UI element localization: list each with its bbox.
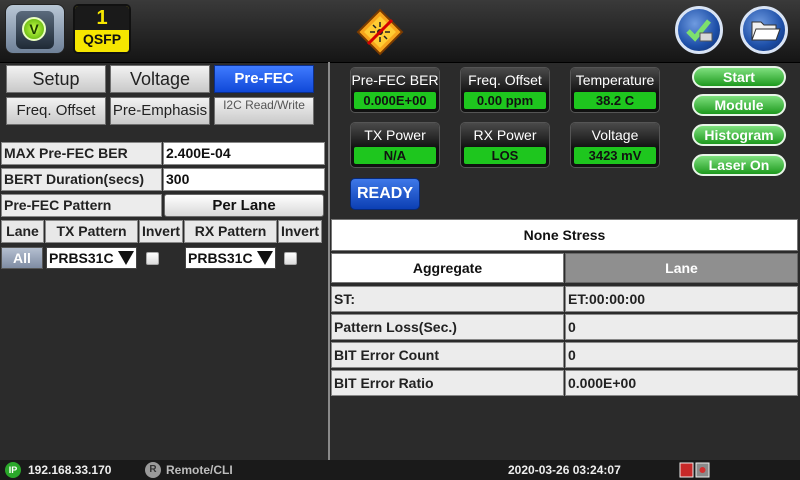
result-value: 0.000E+00 [565, 370, 798, 396]
result-row: Pattern Loss(Sec.) 0 [331, 314, 798, 340]
file-browser-button[interactable] [740, 6, 788, 54]
max-ber-row: MAX Pre-FEC BER 2.400E-04 [1, 142, 327, 165]
laser-warning-icon[interactable] [356, 8, 404, 56]
tab-i2c-read-write[interactable]: I2C Read/Write [214, 97, 314, 125]
tools-button[interactable] [675, 6, 723, 54]
meter-pre-fec-ber: Pre-FEC BER 0.000E+00 [350, 67, 440, 113]
ip-address: 192.168.33.170 [28, 463, 112, 477]
tx-invert-column-header: Invert [139, 220, 183, 243]
top-bar: V 1 QSFP [0, 0, 800, 63]
veex-logo-icon: V [22, 17, 46, 41]
meter-title: Temperature [571, 68, 659, 93]
check-tools-icon [686, 19, 713, 42]
result-label: BIT Error Ratio [331, 370, 564, 396]
tab-freq-offset[interactable]: Freq. Offset [6, 97, 106, 125]
status-indicator-badge: READY [350, 178, 420, 210]
tab-setup[interactable]: Setup [6, 65, 106, 93]
bert-duration-field[interactable]: 300 [163, 168, 325, 191]
pattern-mode-button[interactable]: Per Lane [164, 194, 324, 217]
rx-pattern-column-header: RX Pattern [184, 220, 277, 243]
tx-pattern-select[interactable]: PRBS31C [46, 247, 137, 269]
tx-pattern-value: PRBS31C [49, 250, 114, 266]
result-value: 0 [565, 314, 798, 340]
tab-pre-emphasis[interactable]: Pre-Emphasis [110, 97, 210, 125]
result-row: BIT Error Count 0 [331, 342, 798, 368]
lane-column-header: Lane [1, 220, 44, 243]
result-label: ST: [331, 286, 564, 312]
pattern-row: Pre-FEC Pattern [1, 194, 163, 217]
meter-voltage: Voltage 3423 mV [570, 122, 660, 168]
meter-value: N/A [354, 147, 436, 164]
meter-value: LOS [464, 147, 546, 164]
remote-badge: R [145, 462, 161, 478]
ip-badge: IP [5, 462, 21, 478]
meter-value: 0.000E+00 [354, 92, 436, 109]
meter-value: 0.00 ppm [464, 92, 546, 109]
chevron-down-icon [118, 251, 134, 265]
module-type-label: QSFP [82, 31, 122, 47]
module-indicator-button[interactable]: 1 QSFP [73, 4, 131, 54]
status-bar: IP 192.168.33.170 R Remote/CLI 2020-03-2… [0, 460, 800, 480]
remote-cli-label[interactable]: Remote/CLI [166, 463, 233, 477]
meter-title: Freq. Offset [461, 68, 549, 93]
rx-invert-column-header: Invert [278, 220, 322, 243]
start-button[interactable]: Start [692, 66, 786, 88]
meter-title: RX Power [461, 123, 549, 148]
meter-temperature: Temperature 38.2 C [570, 67, 660, 113]
result-row: BIT Error Ratio 0.000E+00 [331, 370, 798, 396]
max-ber-field[interactable]: 2.400E-04 [163, 142, 325, 165]
result-value: ET:00:00:00 [565, 286, 798, 312]
tx-pattern-column-header: TX Pattern [45, 220, 138, 243]
home-button[interactable]: V [5, 4, 65, 54]
tab-voltage[interactable]: Voltage [110, 65, 210, 93]
module-button[interactable]: Module [692, 94, 786, 116]
home-icon-frame: V [16, 11, 54, 49]
battery-power-icon [679, 462, 710, 478]
meter-value: 3423 mV [574, 147, 656, 164]
panel-divider [328, 62, 330, 460]
rx-pattern-select[interactable]: PRBS31C [185, 247, 276, 269]
tab-aggregate[interactable]: Aggregate [331, 253, 564, 283]
chevron-down-icon [257, 251, 273, 265]
bert-duration-label: BERT Duration(secs) [1, 168, 162, 191]
meter-value: 38.2 C [574, 92, 656, 109]
histogram-button[interactable]: Histogram [692, 124, 786, 146]
rx-pattern-value: PRBS31C [188, 250, 253, 266]
rx-invert-checkbox[interactable] [284, 252, 297, 265]
tx-invert-checkbox[interactable] [146, 252, 159, 265]
meter-tx-power: TX Power N/A [350, 122, 440, 168]
result-label: Pattern Loss(Sec.) [331, 314, 564, 340]
stress-mode-label: None Stress [331, 219, 798, 251]
laser-on-button[interactable]: Laser On [692, 154, 786, 176]
date-time: 2020-03-26 03:24:07 [508, 463, 621, 477]
meter-freq-offset: Freq. Offset 0.00 ppm [460, 67, 550, 113]
result-value: 0 [565, 342, 798, 368]
max-ber-label: MAX Pre-FEC BER [1, 142, 162, 165]
bert-duration-row: BERT Duration(secs) 300 [1, 168, 327, 191]
meter-title: Pre-FEC BER [351, 68, 439, 93]
tab-lane[interactable]: Lane [565, 253, 798, 283]
tab-pre-fec-bert[interactable]: Pre-FEC BERT [214, 65, 314, 113]
module-number: 1 [75, 6, 129, 30]
pattern-label: Pre-FEC Pattern [1, 194, 162, 217]
folder-icon [751, 21, 781, 41]
result-row: ST: ET:00:00:00 [331, 286, 798, 312]
result-label: BIT Error Count [331, 342, 564, 368]
meter-title: Voltage [571, 123, 659, 148]
meter-rx-power: RX Power LOS [460, 122, 550, 168]
lane-all-button[interactable]: All [1, 247, 43, 269]
meter-title: TX Power [351, 123, 439, 148]
